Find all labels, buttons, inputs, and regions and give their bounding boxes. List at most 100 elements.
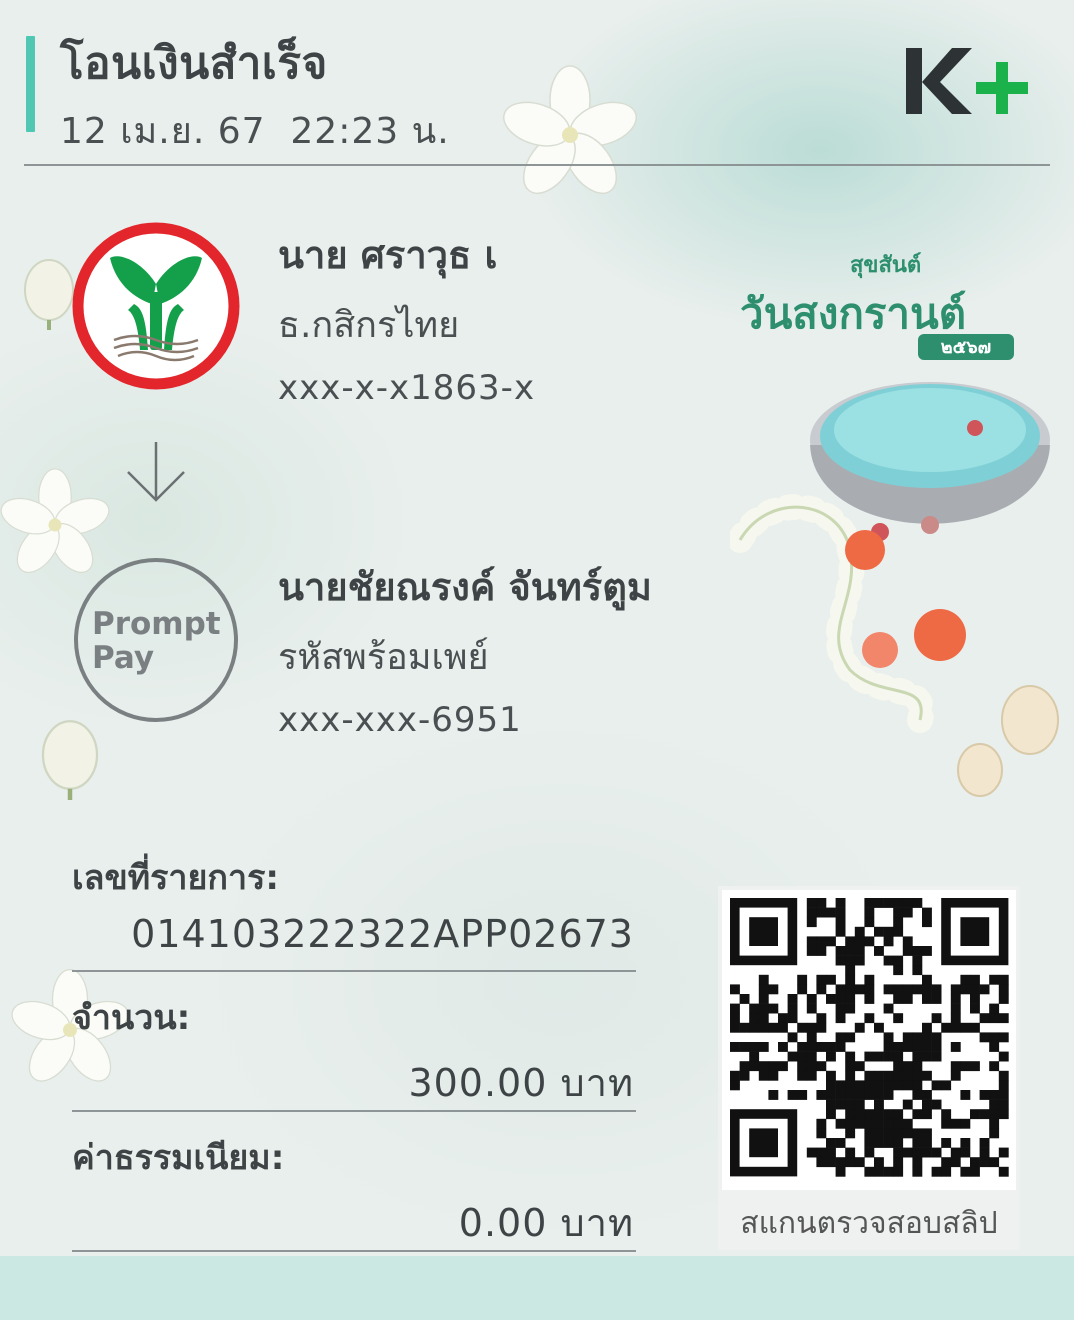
qr-module bbox=[922, 1128, 932, 1139]
qr-module bbox=[922, 984, 932, 995]
qr-module bbox=[758, 1070, 769, 1081]
qr-module bbox=[902, 1147, 913, 1158]
qr-module bbox=[730, 1080, 740, 1091]
promptpay-logo-text: Prompt bbox=[92, 606, 221, 642]
qr-module bbox=[816, 974, 827, 985]
qr-module bbox=[970, 1166, 980, 1177]
qr-module bbox=[835, 898, 846, 908]
qr-module bbox=[854, 984, 865, 995]
qr-module bbox=[797, 1090, 808, 1100]
qr-module bbox=[845, 1032, 856, 1043]
qr-module bbox=[864, 1166, 875, 1177]
amount-label: จำนวน: bbox=[72, 998, 191, 1038]
qr-module bbox=[912, 1147, 923, 1158]
transaction-id-value: 014103222322APP02673 bbox=[131, 912, 634, 956]
kplus-logo bbox=[906, 48, 1028, 114]
qr-module bbox=[835, 984, 846, 995]
qr-verification-box[interactable]: สแกนตรวจสอบสลิป bbox=[718, 886, 1020, 1250]
qr-module bbox=[902, 1070, 913, 1081]
qr-module bbox=[864, 907, 875, 918]
qr-module bbox=[874, 1138, 884, 1148]
receiver-account: xxx-xxx-6951 bbox=[278, 700, 522, 740]
qr-module bbox=[739, 1042, 750, 1052]
transaction-id-label: เลขที่รายการ: bbox=[72, 858, 279, 898]
qr-module bbox=[854, 1080, 865, 1091]
qr-finder-pattern bbox=[960, 917, 990, 946]
qr-module bbox=[816, 1061, 827, 1072]
qr-module bbox=[893, 926, 904, 937]
qr-module bbox=[912, 955, 923, 966]
qr-caption: สแกนตรวจสอบสลิป bbox=[740, 1206, 998, 1241]
festival-year: ๒๕๖๗ bbox=[941, 337, 991, 358]
qr-module bbox=[835, 1099, 846, 1110]
qr-module bbox=[874, 1070, 884, 1081]
qr-module bbox=[931, 1147, 942, 1158]
qr-module bbox=[816, 946, 827, 956]
qr-module bbox=[806, 946, 817, 956]
qr-module bbox=[998, 1090, 1009, 1100]
qr-module bbox=[768, 984, 779, 995]
qr-module bbox=[826, 1157, 836, 1168]
qr-module bbox=[816, 1147, 827, 1158]
qr-module bbox=[998, 974, 1009, 985]
qr-module bbox=[989, 974, 1000, 985]
qr-module bbox=[845, 1080, 856, 1091]
qr-module bbox=[864, 898, 875, 908]
qr-module bbox=[826, 1080, 836, 1091]
qr-module bbox=[758, 984, 769, 995]
qr-module bbox=[854, 936, 865, 947]
qr-module bbox=[950, 1003, 961, 1014]
qr-module bbox=[912, 898, 923, 908]
qr-module bbox=[979, 1013, 990, 1024]
qr-module bbox=[730, 1042, 740, 1052]
detail-divider bbox=[72, 1110, 636, 1112]
qr-module bbox=[739, 994, 750, 1004]
qr-module bbox=[758, 974, 769, 985]
qr-module bbox=[730, 1013, 740, 1024]
qr-module bbox=[816, 898, 827, 908]
qr-module bbox=[922, 994, 932, 1004]
qr-module bbox=[826, 1147, 836, 1158]
qr-module bbox=[874, 1099, 884, 1110]
qr-module bbox=[749, 1013, 760, 1024]
qr-module bbox=[902, 984, 913, 995]
qr-module bbox=[845, 974, 856, 985]
qr-module bbox=[826, 907, 836, 918]
qr-module bbox=[768, 1003, 779, 1014]
qr-module bbox=[931, 1032, 942, 1043]
qr-module bbox=[960, 1147, 971, 1158]
qr-module bbox=[787, 1013, 798, 1024]
qr-module bbox=[787, 1003, 798, 1014]
qr-module bbox=[758, 1061, 769, 1072]
qr-module bbox=[768, 1090, 779, 1100]
qr-module bbox=[893, 1166, 904, 1177]
qr-module bbox=[854, 1118, 865, 1129]
qr-module bbox=[826, 1070, 836, 1081]
qr-module bbox=[826, 974, 836, 985]
qr-module bbox=[998, 1109, 1009, 1120]
detail-divider bbox=[72, 1250, 636, 1252]
qr-module bbox=[989, 1099, 1000, 1110]
qr-module bbox=[797, 1022, 808, 1033]
qr-module bbox=[835, 994, 846, 1004]
qr-module bbox=[893, 1147, 904, 1158]
qr-module bbox=[950, 1061, 961, 1072]
qr-module bbox=[845, 1099, 856, 1110]
qr-module bbox=[902, 946, 913, 956]
qr-module bbox=[883, 1166, 894, 1177]
qr-code[interactable] bbox=[722, 890, 1016, 1190]
qr-module bbox=[826, 994, 836, 1004]
qr-module bbox=[854, 1157, 865, 1168]
qr-module bbox=[989, 1003, 1000, 1014]
qr-module bbox=[941, 1118, 952, 1129]
sender-name: นาย ศราวุธ เ bbox=[278, 233, 498, 277]
qr-module bbox=[893, 1128, 904, 1139]
qr-module bbox=[854, 926, 865, 937]
qr-module bbox=[874, 1128, 884, 1139]
qr-module bbox=[912, 1128, 923, 1139]
qr-module bbox=[922, 1042, 932, 1052]
qr-module bbox=[893, 1109, 904, 1120]
festival-line1: สุขสันต์ bbox=[850, 252, 921, 279]
qr-module bbox=[941, 1109, 952, 1120]
qr-module bbox=[922, 1138, 932, 1148]
